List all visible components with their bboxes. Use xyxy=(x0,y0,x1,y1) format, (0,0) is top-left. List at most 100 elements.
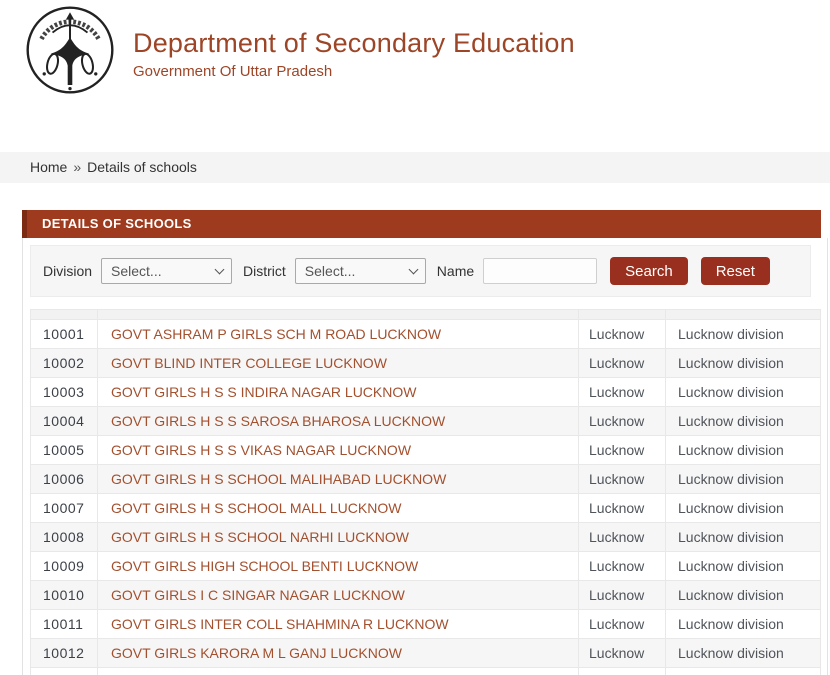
school-code-cell: 10008 xyxy=(31,523,98,552)
school-name-cell xyxy=(98,668,579,675)
school-name-link[interactable]: GOVT GIRLS H S SCHOOL MALL LUCKNOW xyxy=(111,500,401,516)
table-row: 10002 GOVT BLIND INTER COLLEGE LUCKNOW L… xyxy=(31,349,821,378)
school-name-link[interactable]: GOVT GIRLS KARORA M L GANJ LUCKNOW xyxy=(111,645,402,661)
school-district-cell: Lucknow xyxy=(579,320,666,349)
search-button[interactable]: Search xyxy=(610,257,688,285)
school-division-cell: Lucknow division xyxy=(666,320,821,349)
table-row: 10006 GOVT GIRLS H S SCHOOL MALIHABAD LU… xyxy=(31,465,821,494)
school-district-cell xyxy=(579,668,666,675)
division-select-wrap: Select... xyxy=(101,258,232,284)
school-name-link[interactable]: GOVT GIRLS H S S INDIRA NAGAR LUCKNOW xyxy=(111,384,416,400)
page-title: Department of Secondary Education xyxy=(133,27,575,59)
school-division-cell xyxy=(666,668,821,675)
school-name-link[interactable]: GOVT GIRLS H S S VIKAS NAGAR LUCKNOW xyxy=(111,442,411,458)
school-division-cell: Lucknow division xyxy=(666,639,821,668)
school-division-cell: Lucknow division xyxy=(666,407,821,436)
school-name-link[interactable]: GOVT ASHRAM P GIRLS SCH M ROAD LUCKNOW xyxy=(111,326,441,342)
page-subtitle: Government Of Uttar Pradesh xyxy=(133,63,575,80)
name-label: Name xyxy=(437,263,474,279)
school-code-cell: 10001 xyxy=(31,320,98,349)
school-code-cell: 10010 xyxy=(31,581,98,610)
table-row: 10010 GOVT GIRLS I C SINGAR NAGAR LUCKNO… xyxy=(31,581,821,610)
school-division-cell: Lucknow division xyxy=(666,465,821,494)
school-district-cell: Lucknow xyxy=(579,465,666,494)
header-division xyxy=(666,310,821,320)
school-division-cell: Lucknow division xyxy=(666,581,821,610)
breadcrumb-home-link[interactable]: Home xyxy=(30,159,67,175)
school-district-cell: Lucknow xyxy=(579,494,666,523)
school-division-cell: Lucknow division xyxy=(666,436,821,465)
school-name-cell: GOVT GIRLS INTER COLL SHAHMINA R LUCKNOW xyxy=(98,610,579,639)
school-code-cell: 10005 xyxy=(31,436,98,465)
school-name-cell: GOVT GIRLS H S S INDIRA NAGAR LUCKNOW xyxy=(98,378,579,407)
table-row: 10001 GOVT ASHRAM P GIRLS SCH M ROAD LUC… xyxy=(31,320,821,349)
header-name xyxy=(98,310,579,320)
school-district-cell: Lucknow xyxy=(579,349,666,378)
name-input[interactable] xyxy=(483,258,597,284)
school-code-cell: 10007 xyxy=(31,494,98,523)
school-name-link[interactable]: GOVT GIRLS H S SCHOOL NARHI LUCKNOW xyxy=(111,529,409,545)
table-row: 10007 GOVT GIRLS H S SCHOOL MALL LUCKNOW… xyxy=(31,494,821,523)
filter-bar: Division Select... District Select... Na… xyxy=(30,245,811,297)
school-name-link[interactable]: GOVT GIRLS INTER COLL SHAHMINA R LUCKNOW xyxy=(111,616,449,632)
reset-button[interactable]: Reset xyxy=(701,257,770,285)
title-block: Department of Secondary Education Govern… xyxy=(133,27,575,80)
school-district-cell: Lucknow xyxy=(579,436,666,465)
panel-title: DETAILS OF SCHOOLS xyxy=(22,210,821,238)
school-district-cell: Lucknow xyxy=(579,407,666,436)
school-name-cell: GOVT ASHRAM P GIRLS SCH M ROAD LUCKNOW xyxy=(98,320,579,349)
school-division-cell: Lucknow division xyxy=(666,523,821,552)
school-division-cell: Lucknow division xyxy=(666,349,821,378)
school-district-cell: Lucknow xyxy=(579,378,666,407)
school-district-cell: Lucknow xyxy=(579,581,666,610)
schools-table: 10001 GOVT ASHRAM P GIRLS SCH M ROAD LUC… xyxy=(30,309,821,675)
breadcrumb-current: Details of schools xyxy=(87,159,197,175)
school-code-cell xyxy=(31,668,98,675)
school-name-link[interactable]: GOVT GIRLS H S S SAROSA BHAROSA LUCKNOW xyxy=(111,413,445,429)
header-district xyxy=(579,310,666,320)
school-name-cell: GOVT GIRLS H S SCHOOL MALIHABAD LUCKNOW xyxy=(98,465,579,494)
school-name-link[interactable]: GOVT BLIND INTER COLLEGE LUCKNOW xyxy=(111,355,387,371)
school-name-cell: GOVT GIRLS H S S VIKAS NAGAR LUCKNOW xyxy=(98,436,579,465)
site-header: Department of Secondary Education Govern… xyxy=(0,0,830,152)
school-code-cell: 10009 xyxy=(31,552,98,581)
header-code xyxy=(31,310,98,320)
table-row: 10012 GOVT GIRLS KARORA M L GANJ LUCKNOW… xyxy=(31,639,821,668)
district-select[interactable]: Select... xyxy=(295,258,426,284)
school-code-cell: 10004 xyxy=(31,407,98,436)
school-name-cell: GOVT BLIND INTER COLLEGE LUCKNOW xyxy=(98,349,579,378)
school-district-cell: Lucknow xyxy=(579,639,666,668)
school-name-cell: GOVT GIRLS I C SINGAR NAGAR LUCKNOW xyxy=(98,581,579,610)
up-government-emblem-icon xyxy=(24,4,116,96)
school-division-cell: Lucknow division xyxy=(666,552,821,581)
district-label: District xyxy=(243,263,286,279)
table-row: 10004 GOVT GIRLS H S S SAROSA BHAROSA LU… xyxy=(31,407,821,436)
table-row: 10011 GOVT GIRLS INTER COLL SHAHMINA R L… xyxy=(31,610,821,639)
table-header-row xyxy=(31,310,821,320)
school-name-link[interactable]: GOVT GIRLS I C SINGAR NAGAR LUCKNOW xyxy=(111,587,405,603)
school-name-cell: GOVT GIRLS H S S SAROSA BHAROSA LUCKNOW xyxy=(98,407,579,436)
school-district-cell: Lucknow xyxy=(579,523,666,552)
table-row-partial xyxy=(31,668,821,675)
table-row: 10009 GOVT GIRLS HIGH SCHOOL BENTI LUCKN… xyxy=(31,552,821,581)
district-select-wrap: Select... xyxy=(295,258,426,284)
school-division-cell: Lucknow division xyxy=(666,610,821,639)
school-division-cell: Lucknow division xyxy=(666,494,821,523)
table-row: 10008 GOVT GIRLS H S SCHOOL NARHI LUCKNO… xyxy=(31,523,821,552)
schools-table-body: 10001 GOVT ASHRAM P GIRLS SCH M ROAD LUC… xyxy=(31,320,821,675)
breadcrumb-separator: » xyxy=(73,159,81,175)
school-code-cell: 10006 xyxy=(31,465,98,494)
school-name-cell: GOVT GIRLS HIGH SCHOOL BENTI LUCKNOW xyxy=(98,552,579,581)
school-code-cell: 10002 xyxy=(31,349,98,378)
school-code-cell: 10011 xyxy=(31,610,98,639)
school-name-link[interactable]: GOVT GIRLS H S SCHOOL MALIHABAD LUCKNOW xyxy=(111,471,446,487)
breadcrumb: Home » Details of schools xyxy=(0,152,830,183)
school-code-cell: 10003 xyxy=(31,378,98,407)
school-district-cell: Lucknow xyxy=(579,610,666,639)
school-code-cell: 10012 xyxy=(31,639,98,668)
main-content: DETAILS OF SCHOOLS Division Select... Di… xyxy=(22,210,828,675)
division-label: Division xyxy=(43,263,92,279)
division-select[interactable]: Select... xyxy=(101,258,232,284)
school-district-cell: Lucknow xyxy=(579,552,666,581)
school-name-link[interactable]: GOVT GIRLS HIGH SCHOOL BENTI LUCKNOW xyxy=(111,558,418,574)
